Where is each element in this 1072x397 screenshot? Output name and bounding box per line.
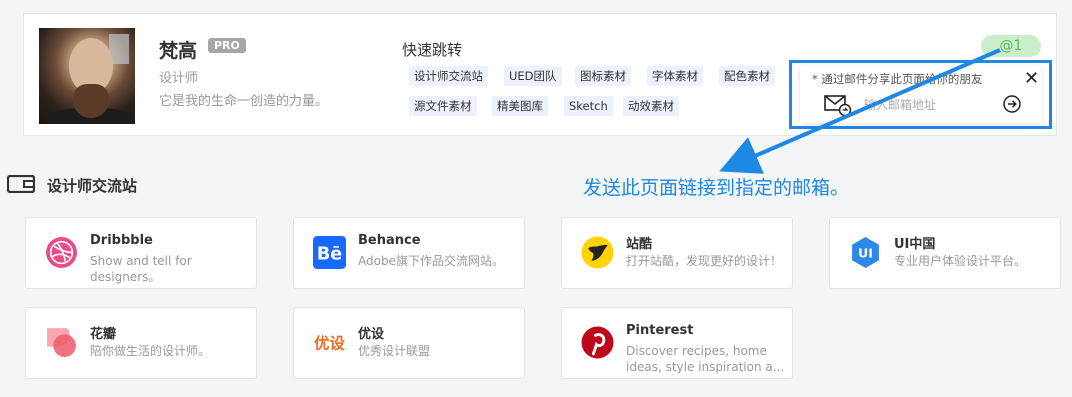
quick-jump-tag[interactable]: 动效素材 — [623, 96, 679, 116]
quick-jump-tag[interactable]: 图标素材 — [575, 66, 631, 86]
site-name: Behance — [358, 233, 421, 248]
quick-jump-tag[interactable]: Sketch — [564, 96, 613, 116]
dribbble-icon — [46, 237, 77, 268]
quick-jump-tag[interactable]: 字体素材 — [647, 66, 703, 86]
site-desc: Discover recipes, home ideas, style insp… — [626, 344, 785, 374]
share-popup: * 通过邮件分享此页面给你的朋友 ✕ — [789, 60, 1052, 129]
quick-jump-tag[interactable]: 源文件素材 — [409, 96, 477, 116]
zcool-icon — [581, 236, 614, 269]
annotation-text: 发送此页面链接到指定的邮箱。 — [583, 177, 850, 199]
site-name: 站酷 — [626, 237, 653, 252]
site-card-pinterest[interactable]: Pinterest Discover recipes, home ideas, … — [561, 307, 793, 379]
mail-icon — [824, 95, 852, 116]
quick-jump-tag[interactable]: UED团队 — [504, 66, 562, 86]
email-input[interactable] — [864, 94, 1004, 116]
site-card-behance[interactable]: Bē Behance Adobe旗下作品交流网站。 — [293, 217, 525, 289]
site-name: Dribbble — [90, 233, 153, 248]
site-name: 花瓣 — [90, 327, 117, 342]
uisdc-logo-text: 优设 — [314, 334, 345, 353]
svg-text:UI: UI — [858, 247, 873, 261]
pro-badge: PRO — [208, 38, 246, 53]
uisdc-icon: 优设 — [314, 334, 345, 353]
site-desc: 打开站酷，发现更好的设计！ — [626, 254, 783, 268]
site-desc: Adobe旗下作品交流网站。 — [358, 254, 504, 268]
pinterest-icon — [581, 326, 614, 359]
huaban-icon — [47, 328, 76, 357]
site-desc: 专业用户体验设计平台。 — [894, 254, 1027, 268]
profile-motto: 它是我的生命一创造的力量。 — [159, 94, 329, 109]
profile-name: 梵高 — [159, 40, 198, 62]
share-count-badge[interactable]: @1 — [981, 35, 1041, 57]
quick-jump-tag[interactable]: 精美图库 — [492, 96, 548, 116]
avatar-beard — [73, 84, 109, 118]
site-card-zcool[interactable]: 站酷 打开站酷，发现更好的设计！ — [561, 217, 793, 289]
svg-text:Bē: Bē — [317, 245, 342, 265]
site-card-ui-china[interactable]: UI UI中国 专业用户体验设计平台。 — [829, 217, 1061, 289]
site-card-huaban[interactable]: 花瓣 陪你做生活的设计师。 — [25, 307, 257, 379]
site-desc: 优秀设计联盟 — [358, 344, 431, 358]
ui-china-icon: UI — [852, 237, 879, 268]
site-name: Pinterest — [626, 323, 694, 338]
avatar[interactable] — [39, 28, 135, 124]
site-name: UI中国 — [894, 237, 936, 252]
site-desc: 陪你做生活的设计师。 — [90, 344, 211, 358]
profile-role: 设计师 — [159, 71, 199, 86]
quick-jump-tag[interactable]: 配色素材 — [719, 66, 775, 86]
wallet-icon — [7, 175, 35, 193]
section-title: 设计师交流站 — [47, 177, 138, 195]
close-icon[interactable]: ✕ — [1024, 69, 1039, 89]
behance-icon: Bē — [313, 236, 346, 269]
site-card-uisdc[interactable]: 优设 优设 优秀设计联盟 — [293, 307, 525, 379]
send-icon[interactable] — [1002, 94, 1022, 114]
share-panel: * 通过邮件分享此页面给你的朋友 ✕ — [800, 66, 1042, 123]
share-hint: * 通过邮件分享此页面给你的朋友 — [812, 72, 983, 86]
site-card-dribbble[interactable]: Dribbble Show and tell for designers。 — [25, 217, 257, 289]
site-desc: Show and tell for designers。 — [90, 254, 192, 284]
quick-jump-tag[interactable]: 设计师交流站 — [409, 66, 488, 86]
site-name: 优设 — [358, 327, 385, 342]
quick-jump-title: 快速跳转 — [402, 41, 463, 59]
